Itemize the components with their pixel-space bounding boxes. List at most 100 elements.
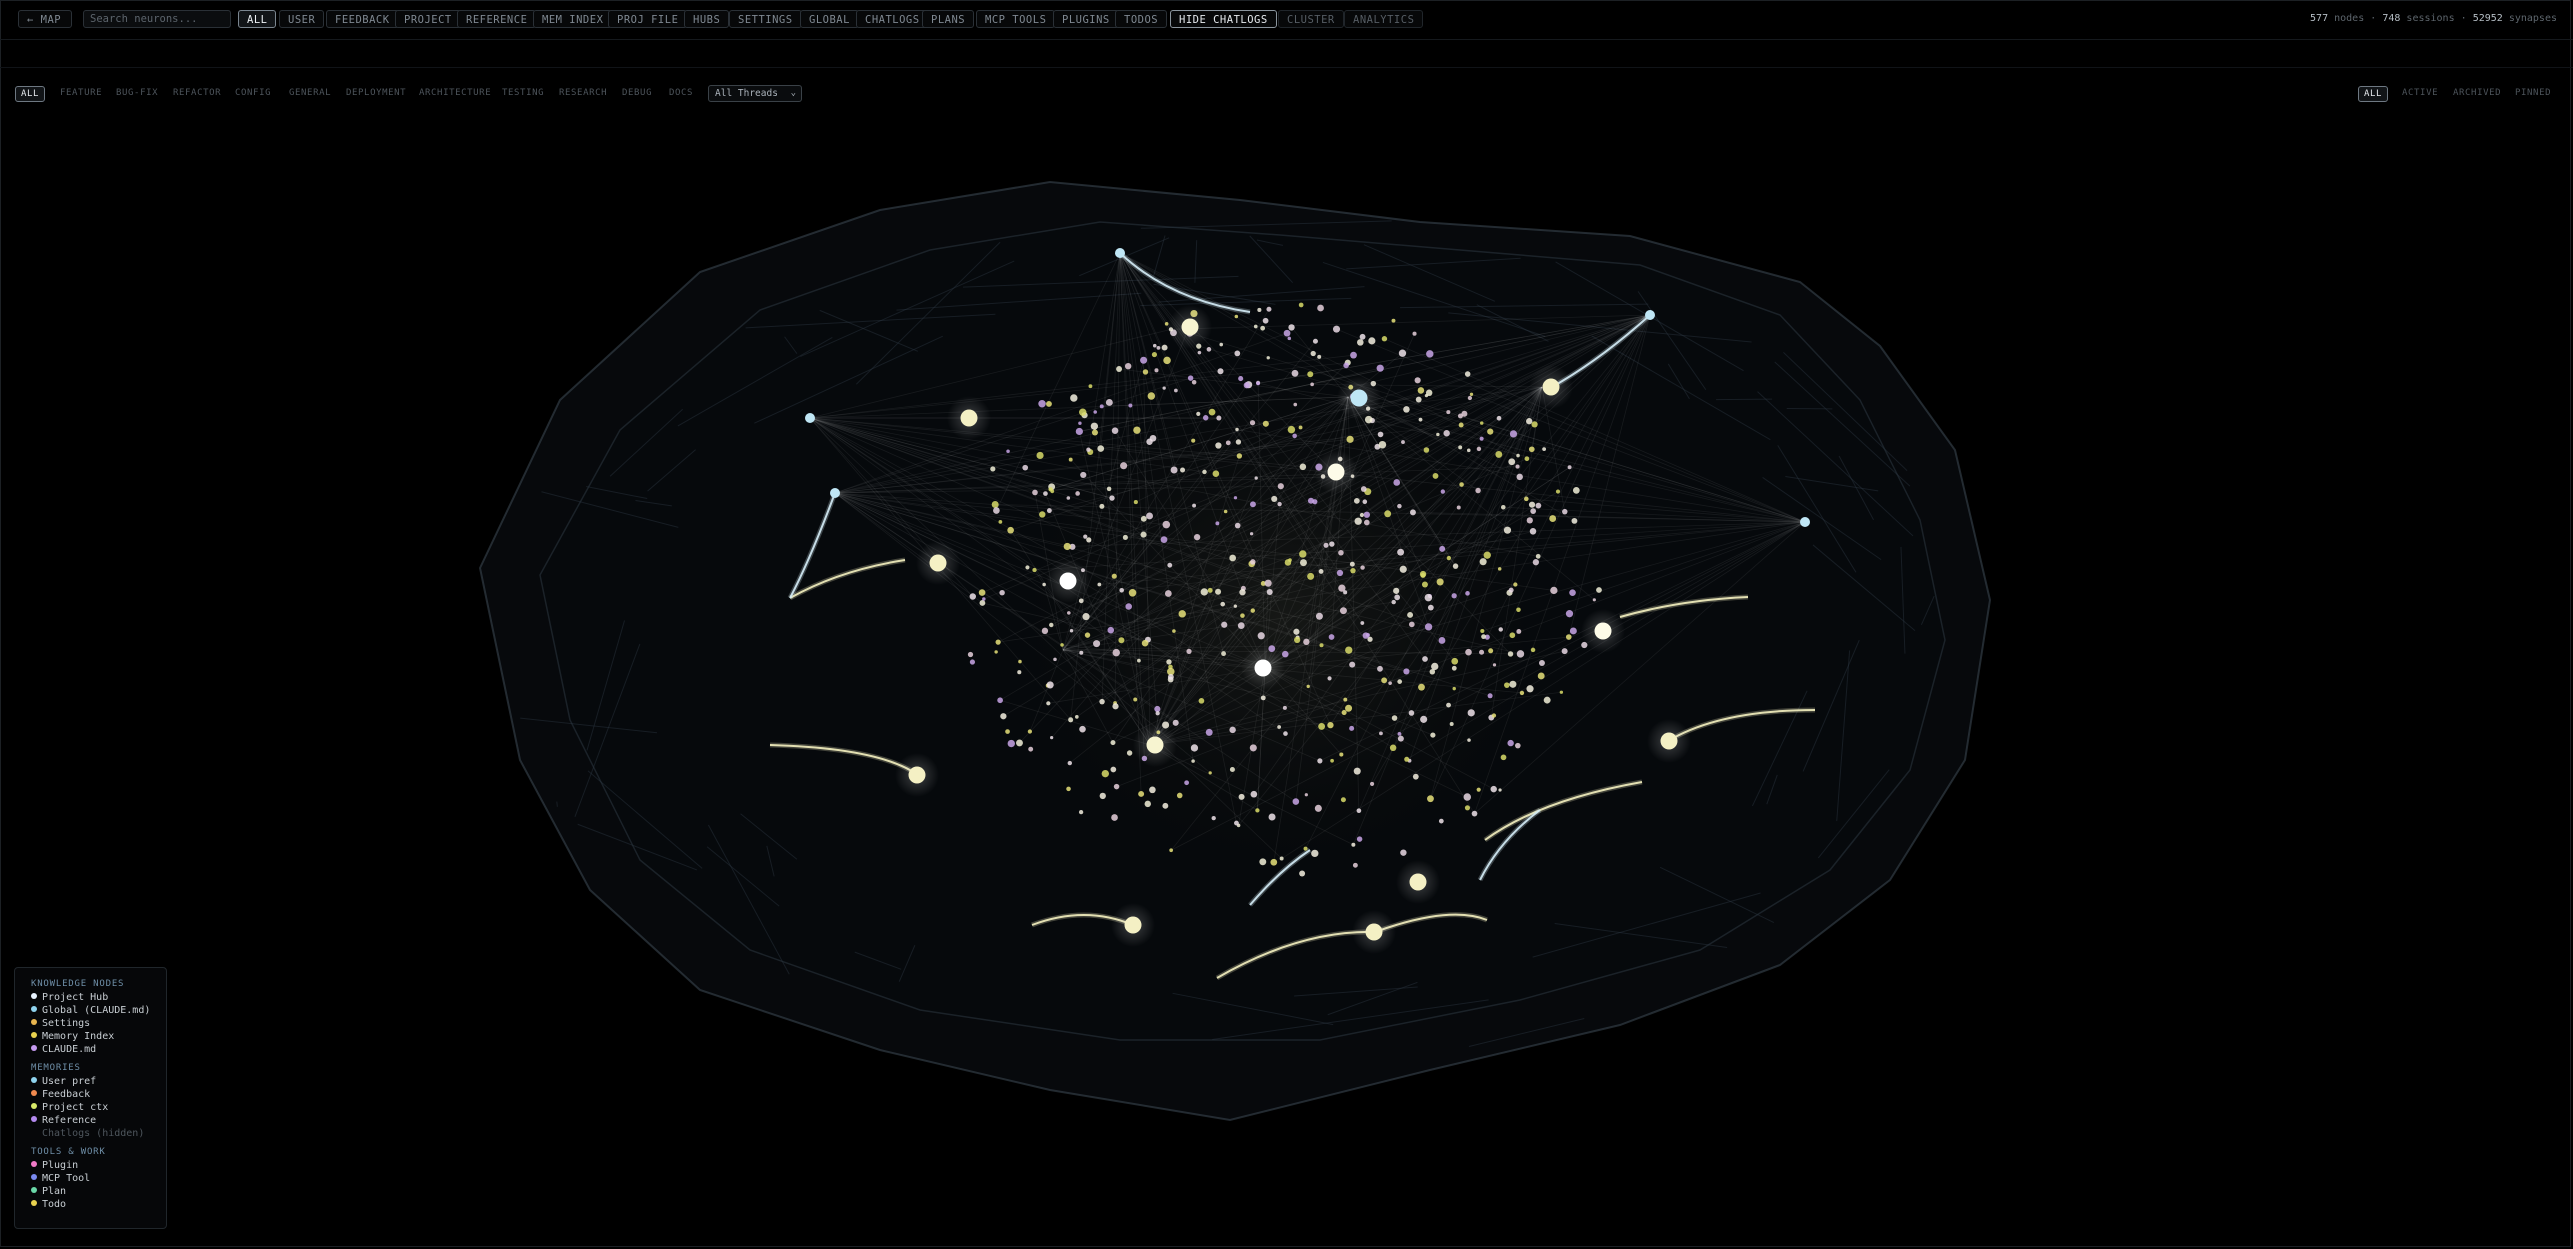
neuron-node xyxy=(1271,495,1278,502)
filter-global-button[interactable]: GLOBAL xyxy=(800,10,859,28)
neuron-graph-canvas[interactable] xyxy=(0,68,2573,1249)
neuron-node xyxy=(1426,350,1434,358)
neuron-node xyxy=(1509,680,1517,688)
filter-chatlogs-button[interactable]: CHATLOGS xyxy=(856,10,929,28)
neuron-node xyxy=(1427,795,1434,803)
neuron-node xyxy=(1216,415,1222,421)
neuron-node xyxy=(1475,487,1481,494)
legend-item-plugin: Plugin xyxy=(31,1159,156,1172)
filter-mem-index-button[interactable]: MEM INDEX xyxy=(533,10,613,28)
global-node xyxy=(805,413,815,423)
filter-mcp-tools-button[interactable]: MCP TOOLS xyxy=(976,10,1056,28)
stats-separator: · xyxy=(2370,13,2377,24)
neuron-node xyxy=(1137,658,1141,663)
neuron-node xyxy=(1549,515,1557,522)
neuron-node xyxy=(1515,464,1520,469)
neuron-node xyxy=(1401,440,1405,444)
legend-item-plan: Plan xyxy=(31,1185,156,1198)
neuron-node xyxy=(1363,511,1371,518)
neuron-node xyxy=(1459,482,1464,487)
neuron-node xyxy=(1528,501,1536,508)
neuron-node xyxy=(1167,673,1174,680)
synapses-count: 52952 xyxy=(2472,13,2503,24)
cluster-button[interactable]: CLUSTER xyxy=(1278,10,1344,28)
neuron-node xyxy=(1555,489,1561,494)
neuron-node xyxy=(1079,408,1087,416)
neuron-node xyxy=(1155,711,1160,716)
legend-item-settings: Settings xyxy=(31,1017,156,1030)
neuron-node xyxy=(1266,589,1273,596)
filter-todos-button[interactable]: TODOS xyxy=(1115,10,1168,28)
neuron-node xyxy=(1443,430,1450,437)
neuron-node xyxy=(1317,304,1324,312)
neuron-node xyxy=(1041,627,1049,635)
filter-reference-button[interactable]: REFERENCE xyxy=(457,10,537,28)
neuron-node xyxy=(1133,426,1141,434)
neuron-node xyxy=(1007,739,1015,748)
neuron-node xyxy=(1417,387,1425,394)
hull-facet-line xyxy=(556,801,558,807)
filter-hubs-button[interactable]: HUBS xyxy=(684,10,730,28)
neuron-node xyxy=(1162,520,1171,529)
neuron-node xyxy=(1000,713,1007,720)
neuron-node xyxy=(1176,792,1183,799)
neuron-node xyxy=(1461,410,1468,417)
filter-settings-button[interactable]: SETTINGS xyxy=(729,10,802,28)
neuron-node xyxy=(1513,582,1518,587)
neuron-node xyxy=(1319,643,1324,648)
neuron-node xyxy=(1018,659,1022,664)
filter-user-button[interactable]: USER xyxy=(279,10,325,28)
neuron-node xyxy=(1093,640,1101,648)
filter-proj-file-button[interactable]: PROJ FILE xyxy=(608,10,688,28)
neuron-node xyxy=(999,589,1005,596)
neuron-node xyxy=(1120,462,1128,470)
search-input[interactable] xyxy=(83,10,231,28)
neuron-node xyxy=(1053,657,1057,662)
neuron-node xyxy=(1111,573,1117,579)
neuron-node xyxy=(1223,509,1228,514)
filter-plans-button[interactable]: PLANS xyxy=(922,10,975,28)
neuron-node xyxy=(1066,496,1071,500)
neuron-node xyxy=(1481,634,1486,640)
filter-feedback-button[interactable]: FEEDBACK xyxy=(326,10,399,28)
neuron-node xyxy=(1451,665,1457,671)
neuron-node xyxy=(1133,500,1138,505)
neuron-node xyxy=(1397,503,1402,509)
hide-chatlogs-button[interactable]: HIDE CHATLOGS xyxy=(1170,10,1277,28)
neuron-node xyxy=(1233,604,1237,608)
neuron-node xyxy=(1304,793,1308,797)
neuron-node xyxy=(1196,411,1201,416)
neuron-node xyxy=(1350,351,1357,359)
neuron-node xyxy=(1456,505,1461,510)
neuron-node xyxy=(1262,317,1269,324)
neuron-node xyxy=(1202,469,1207,475)
neuron-node xyxy=(1106,486,1112,492)
filter-plugins-button[interactable]: PLUGINS xyxy=(1053,10,1119,28)
neuron-node xyxy=(1509,632,1516,639)
analytics-button[interactable]: ANALYTICS xyxy=(1344,10,1424,28)
neuron-node xyxy=(1164,322,1169,326)
neuron-node xyxy=(1362,499,1368,505)
neuron-node xyxy=(1439,545,1446,552)
back-to-map-button[interactable]: ← MAP xyxy=(18,10,72,28)
neuron-node xyxy=(1451,657,1459,665)
neuron-node xyxy=(1105,398,1113,406)
legend-dot-icon xyxy=(31,1077,37,1083)
neuron-node xyxy=(1079,725,1086,733)
neuron-node xyxy=(1524,496,1529,502)
neuron-node xyxy=(1327,721,1334,729)
neuron-node xyxy=(1172,719,1179,726)
neuron-node xyxy=(1393,587,1400,594)
neuron-node xyxy=(1191,759,1195,763)
neuron-node xyxy=(1212,470,1220,478)
neuron-node xyxy=(1025,565,1030,570)
neuron-node xyxy=(979,600,986,606)
filter-project-button[interactable]: PROJECT xyxy=(395,10,461,28)
neuron-node xyxy=(1343,590,1348,595)
neuron-node xyxy=(1354,517,1362,525)
neuron-node xyxy=(1266,306,1272,312)
filter-all-button[interactable]: ALL xyxy=(238,10,277,28)
neuron-node xyxy=(1292,798,1300,805)
neuron-node xyxy=(1592,598,1596,602)
neuron-node xyxy=(1048,487,1053,492)
